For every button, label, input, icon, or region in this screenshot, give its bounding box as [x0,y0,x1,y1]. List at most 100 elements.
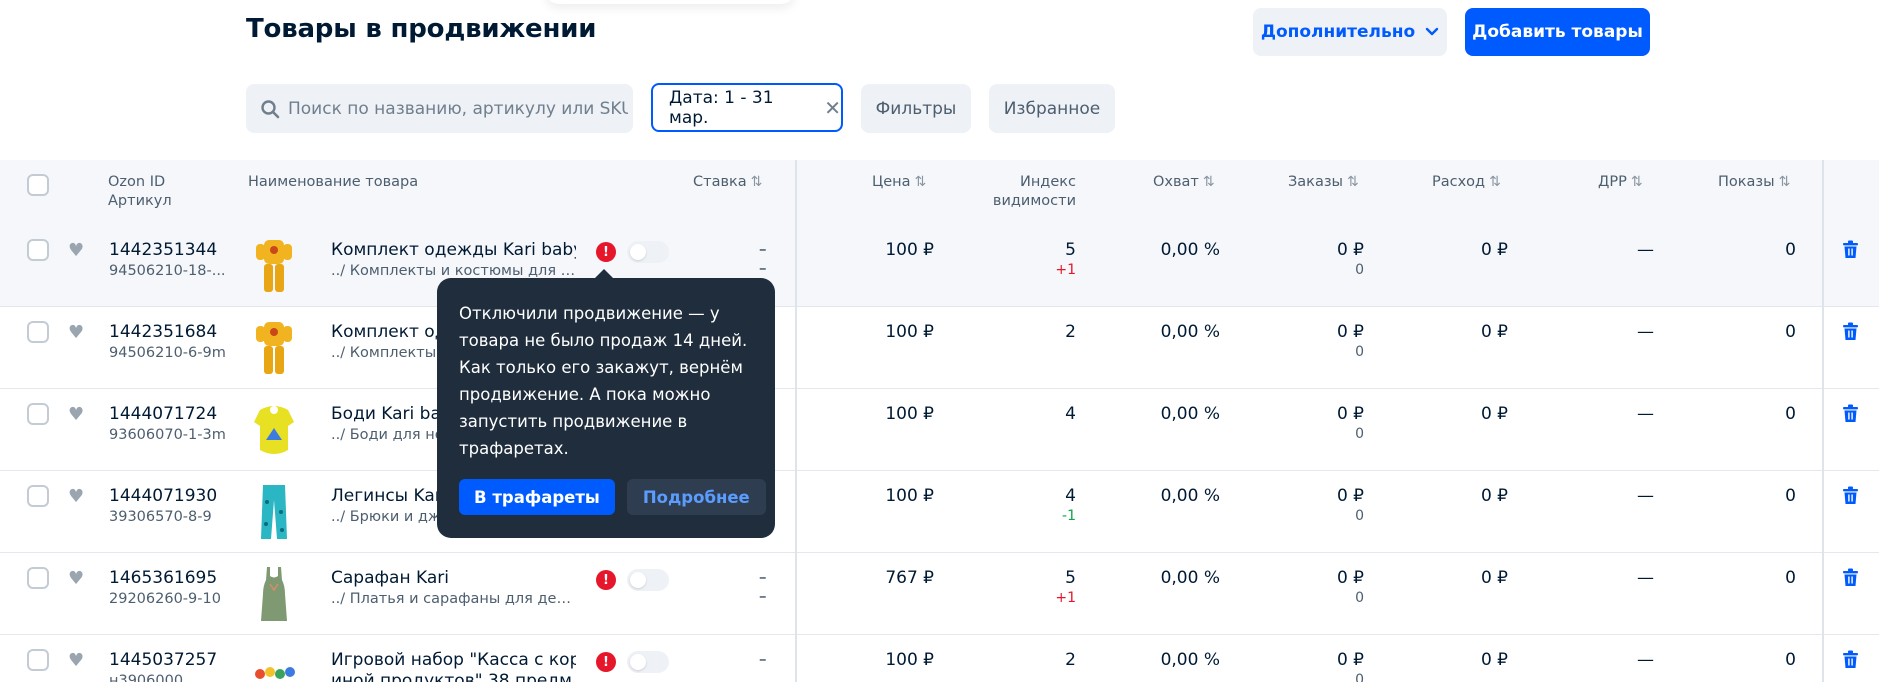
tooltip-text: Отключили продвижение — у товара не было… [459,300,753,462]
trash-icon[interactable] [1842,322,1859,341]
row-checkbox[interactable] [27,567,49,589]
product-id[interactable]: 1444071930 [109,486,217,506]
more-button-label: Дополнительно [1260,22,1416,42]
to-templates-button[interactable]: В трафареты [459,479,615,515]
heart-icon[interactable]: ♥ [68,650,84,671]
spend-value: 0 ₽ [1480,568,1508,588]
product-name[interactable]: Игровой набор "Касса с корз [331,650,576,670]
reach-value: 0,00 % [1160,240,1220,260]
filters-button[interactable]: Фильтры [861,84,971,133]
row-checkbox[interactable] [27,485,49,507]
row-checkbox[interactable] [27,649,49,671]
heart-icon[interactable]: ♥ [68,486,84,507]
column-orders[interactable]: Заказы ⇅ [1288,173,1359,192]
visibility-delta: +1 [1055,590,1076,606]
row-checkbox[interactable] [27,239,49,261]
sort-icon[interactable]: ⇅ [1489,174,1501,190]
trash-icon[interactable] [1842,568,1859,587]
warning-icon[interactable]: ! [596,242,616,262]
spend-value: 0 ₽ [1480,486,1508,506]
column-price[interactable]: Цена ⇅ [872,173,926,192]
column-ozon-id: Ozon ID Артикул [108,173,172,211]
drr-value: — [1637,240,1654,260]
search-box[interactable] [246,84,633,133]
more-button[interactable]: Дополнительно [1253,8,1447,56]
add-products-button[interactable]: Добавить товары [1465,8,1650,56]
tooltip-line: Отключили продвижение — у [459,304,720,323]
column-spend[interactable]: Расход ⇅ [1432,173,1501,192]
favorites-button[interactable]: Избранное [989,84,1115,133]
price-value: 767 ₽ [885,568,934,588]
page: Товары в продвижении Дополнительно Добав… [0,0,1879,682]
product-id[interactable]: 1465361695 [109,568,217,588]
heart-icon[interactable]: ♥ [68,568,84,589]
impressions-value: 0 [1785,486,1796,506]
sort-icon[interactable]: ⇅ [1347,174,1359,190]
impressions-value: 0 [1785,650,1796,670]
sort-icon[interactable]: ⇅ [915,174,927,190]
visibility-value: 2 [1065,322,1076,342]
tooltip-line: Как только его закажут, вернём [459,358,743,377]
date-filter-chip[interactable]: Дата: 1 - 31 мар. ✕ [651,83,843,132]
product-article: 39306570-8-9 [109,509,212,525]
close-icon[interactable]: ✕ [824,96,841,120]
column-bid-label: Ставка [693,174,747,190]
sort-icon[interactable]: ⇅ [751,174,763,190]
column-orders-label: Заказы [1288,174,1343,190]
spend-value: 0 ₽ [1480,322,1508,342]
product-thumbnail[interactable] [252,482,296,542]
heart-icon[interactable]: ♥ [68,240,84,261]
reach-value: 0,00 % [1160,404,1220,424]
column-drr[interactable]: ДРР ⇅ [1598,173,1643,192]
product-thumbnail[interactable] [252,236,296,296]
tooltip-actions: В трафареты Подробнее [459,479,766,515]
trash-icon[interactable] [1842,240,1859,259]
trash-icon[interactable] [1842,486,1859,505]
product-thumbnail[interactable] [252,318,296,378]
promotion-toggle[interactable] [627,569,669,591]
orders-value: 0 ₽ [1336,486,1364,506]
sort-icon[interactable]: ⇅ [1779,174,1791,190]
promotion-toggle[interactable] [627,651,669,673]
sort-icon[interactable]: ⇅ [1203,174,1215,190]
search-input[interactable] [288,98,628,119]
spend-value: 0 ₽ [1480,240,1508,260]
orders-count: 0 [1355,262,1364,278]
product-id[interactable]: 1442351684 [109,322,217,342]
warning-icon[interactable]: ! [596,570,616,590]
row-checkbox[interactable] [27,321,49,343]
sort-icon[interactable]: ⇅ [1631,174,1643,190]
trash-icon[interactable] [1842,650,1859,669]
column-reach[interactable]: Охват ⇅ [1153,173,1215,192]
column-price-label: Цена [872,174,911,190]
column-reach-label: Охват [1153,174,1199,190]
orders-value: 0 ₽ [1336,404,1364,424]
warning-icon[interactable]: ! [596,652,616,672]
product-id[interactable]: 1442351344 [109,240,217,260]
impressions-value: 0 [1785,568,1796,588]
column-impressions[interactable]: Показы ⇅ [1718,173,1790,192]
product-thumbnail[interactable] [252,564,296,624]
orders-count: 0 [1355,344,1364,360]
product-name[interactable]: Сарафан Kari [331,568,576,588]
product-thumbnail[interactable] [252,664,296,682]
heart-icon[interactable]: ♥ [68,322,84,343]
product-id[interactable]: 1444071724 [109,404,217,424]
product-thumbnail[interactable] [252,400,296,460]
select-all-checkbox[interactable] [27,174,49,196]
product-id[interactable]: 1445037257 [109,650,217,670]
tooltip-line: товара не было продаж 14 дней. [459,331,748,350]
heart-icon[interactable]: ♥ [68,404,84,425]
price-value: 100 ₽ [885,404,934,424]
orders-value: 0 ₽ [1336,568,1364,588]
product-name[interactable]: Комплект одежды Kari baby [331,240,576,260]
column-bid[interactable]: Ставка ⇅ [693,173,762,192]
bid-value-secondary: – [759,259,767,277]
promotion-toggle[interactable] [627,241,669,263]
learn-more-button[interactable]: Подробнее [626,479,766,515]
orders-count: 0 [1355,426,1364,442]
price-value: 100 ₽ [885,322,934,342]
row-checkbox[interactable] [27,403,49,425]
column-visibility: Индекс видимости [980,173,1076,211]
trash-icon[interactable] [1842,404,1859,423]
